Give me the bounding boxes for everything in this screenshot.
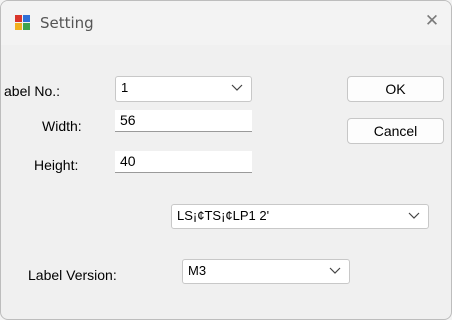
label-no-label: abel No.: [4,83,61,99]
label-version-label: Label Version: [28,267,117,283]
width-label: Width: [42,118,82,134]
height-label: Height: [34,157,79,173]
height-field[interactable]: 40 [115,151,252,173]
windows-form-icon [15,15,31,31]
close-icon[interactable]: ✕ [423,12,441,30]
printer-value: LS¡¢TS¡¢LP1 2' [177,208,270,223]
title-bar: Setting ✕ [1,1,451,45]
height-value: 40 [120,153,136,169]
chevron-down-icon [329,267,341,274]
window-title: Setting [40,14,94,32]
label-no-dropdown[interactable]: 1 [115,76,252,102]
cancel-button[interactable]: Cancel [347,118,444,144]
ok-button[interactable]: OK [347,76,444,102]
printer-dropdown[interactable]: LS¡¢TS¡¢LP1 2' [171,204,429,229]
width-value: 56 [120,112,136,128]
label-no-value: 1 [121,80,129,95]
chevron-down-icon [231,84,243,91]
chevron-down-icon [408,212,420,219]
setting-dialog: Setting ✕ abel No.: 1 Width: 56 Height: … [0,0,452,320]
width-field[interactable]: 56 [115,110,252,132]
label-version-value: M3 [188,263,207,278]
label-version-dropdown[interactable]: M3 [182,259,350,284]
